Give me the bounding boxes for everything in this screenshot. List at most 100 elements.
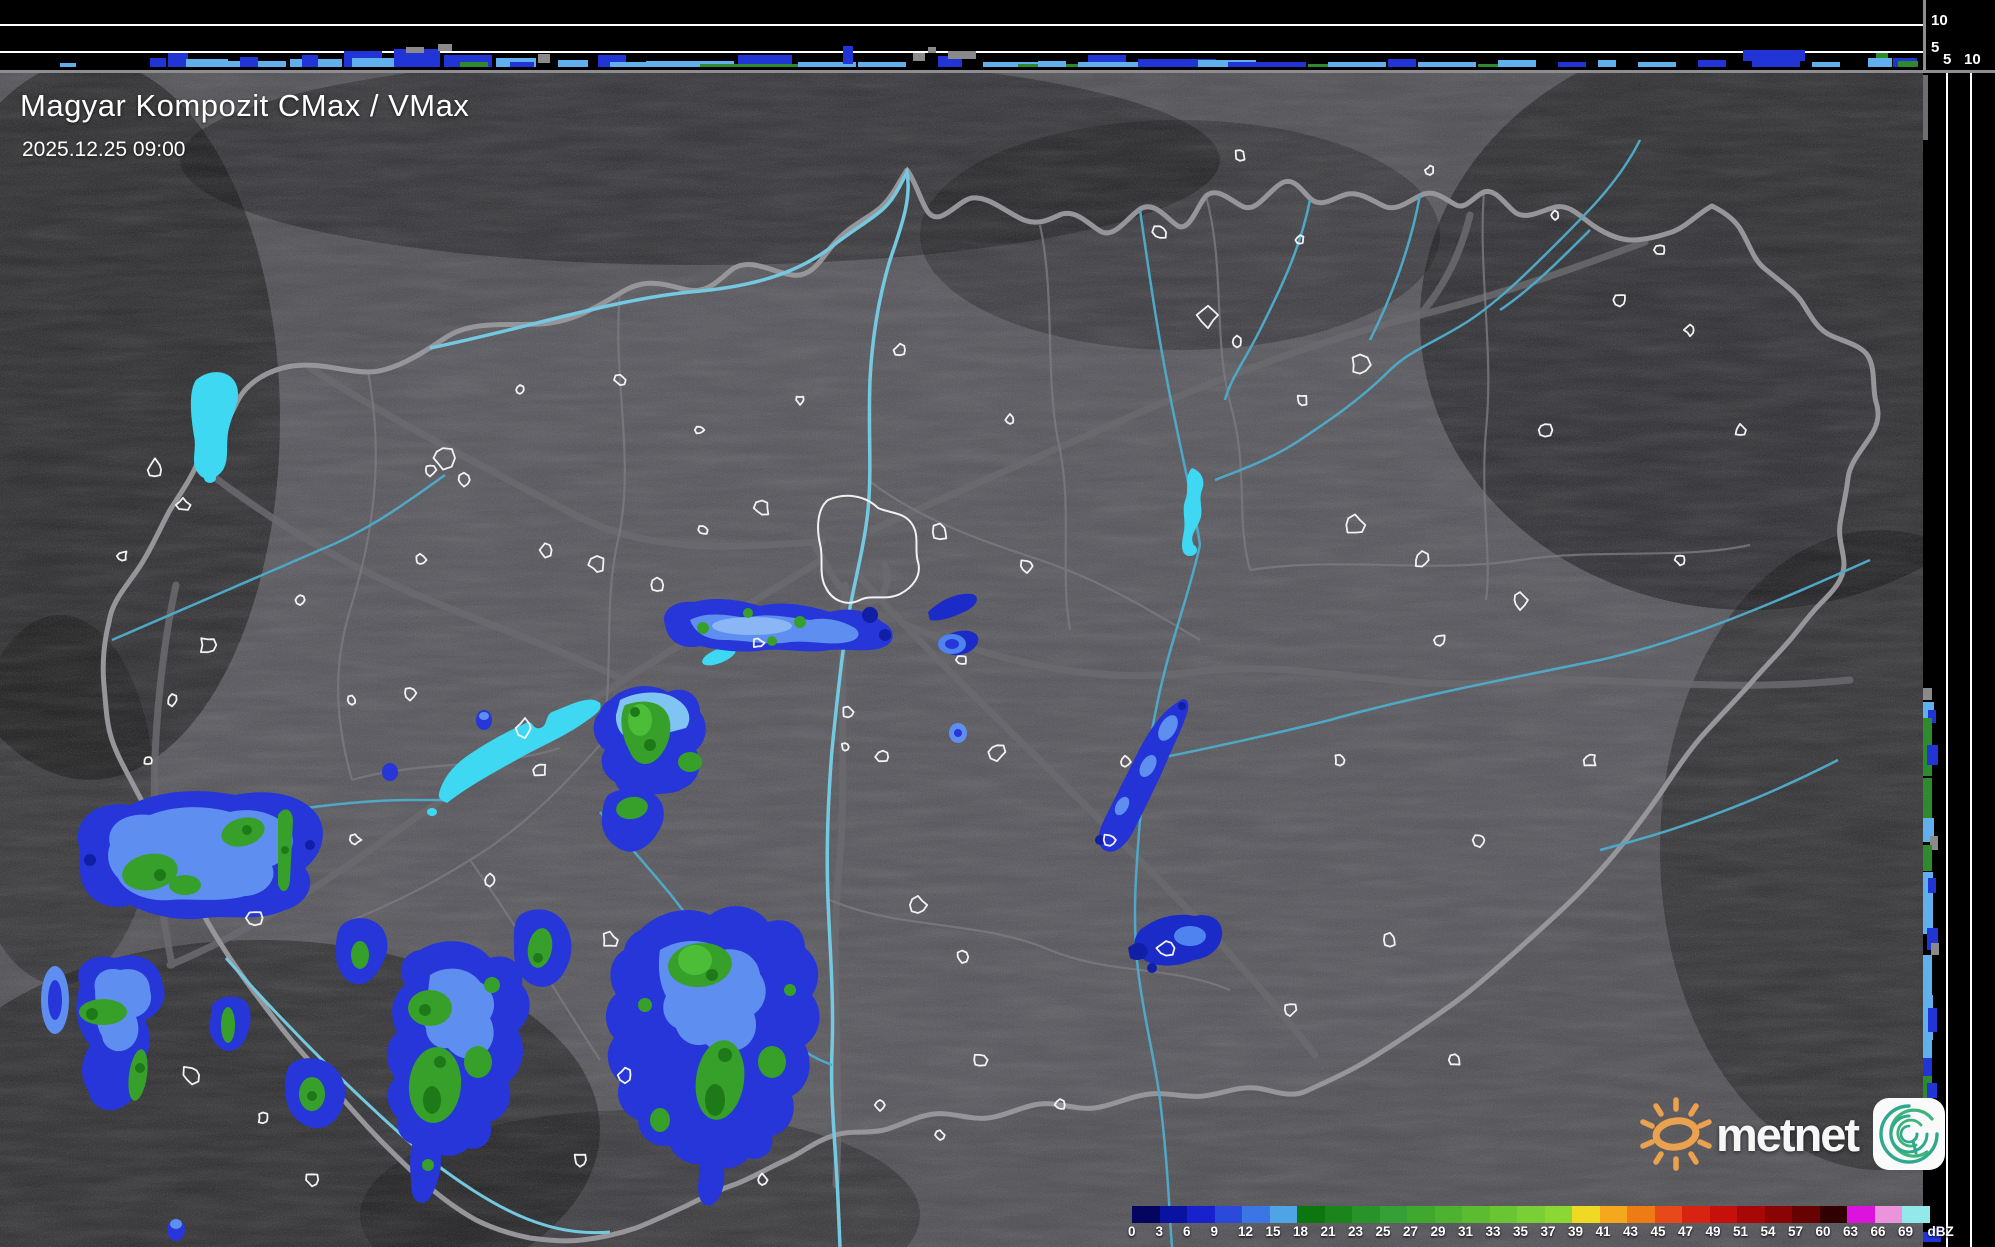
cyclone-app-icon bbox=[1873, 1098, 1946, 1170]
colorbar-tick-label: 41 bbox=[1595, 1224, 1611, 1239]
radar-echo bbox=[150, 58, 166, 67]
colorbar-cell bbox=[1792, 1206, 1820, 1223]
radar-echo bbox=[406, 47, 424, 53]
colorbar-cell bbox=[1132, 1206, 1160, 1223]
colorbar-tick-label: 60 bbox=[1815, 1224, 1831, 1239]
colorbar-cells bbox=[1132, 1206, 1930, 1223]
colorbar-cell bbox=[1352, 1206, 1380, 1223]
radar-app-window: 10 5 5 10 Magyar Kompozit CMax / VMax 20… bbox=[0, 0, 1995, 1247]
radar-echo bbox=[1598, 60, 1616, 67]
colorbar-cell bbox=[1242, 1206, 1270, 1223]
radar-echo bbox=[60, 63, 76, 67]
colorbar-cell bbox=[1709, 1206, 1737, 1223]
colorbar-cell bbox=[1187, 1206, 1215, 1223]
colorbar-tick-label: 57 bbox=[1788, 1224, 1804, 1239]
radar-echo bbox=[1228, 62, 1306, 67]
radar-echo bbox=[1698, 60, 1726, 67]
radar-echo bbox=[1638, 62, 1676, 67]
radar-echo bbox=[1752, 58, 1800, 67]
colorbar-labels: 0 3 6 9 12 15 18 21 23 25 27 29 31 33 35 37 39 41 43 45 47 49… bbox=[1128, 1224, 1954, 1242]
profile-axis-corner: 10 5 5 10 bbox=[1923, 0, 1995, 73]
radar-echo bbox=[302, 55, 318, 67]
colorbar-cell bbox=[1654, 1206, 1682, 1223]
colorbar-tick-label: 21 bbox=[1320, 1224, 1336, 1239]
colorbar-cell bbox=[1434, 1206, 1462, 1223]
colorbar-tick-label: 31 bbox=[1458, 1224, 1474, 1239]
right-profile-strip[interactable] bbox=[1923, 73, 1995, 1247]
radar-echo bbox=[1923, 778, 1932, 818]
radar-echo bbox=[858, 62, 906, 67]
radar-echo bbox=[843, 46, 853, 64]
colorbar-cell bbox=[1324, 1206, 1352, 1223]
colorbar-cell bbox=[1544, 1206, 1572, 1223]
radar-echo bbox=[1876, 53, 1888, 58]
colorbar-tick-label: 47 bbox=[1678, 1224, 1694, 1239]
metnet-logo[interactable]: metnet bbox=[1638, 1094, 1946, 1174]
colorbar-unit-label: dBZ bbox=[1927, 1224, 1954, 1239]
radar-echo bbox=[928, 47, 936, 53]
radar-echo bbox=[168, 53, 188, 67]
radar-echo bbox=[1088, 55, 1126, 62]
right-axis-label-5: 5 bbox=[1943, 51, 1952, 68]
radar-echo bbox=[738, 55, 792, 64]
colorbar-tick-label: 33 bbox=[1485, 1224, 1501, 1239]
top-profile-echoes bbox=[0, 0, 1923, 70]
top-profile-strip[interactable] bbox=[0, 0, 1923, 73]
radar-echo bbox=[1898, 61, 1918, 67]
radar-echo bbox=[1928, 878, 1936, 893]
radar-echo bbox=[538, 54, 550, 63]
colorbar-cell bbox=[1572, 1206, 1600, 1223]
colorbar-tick-label: 39 bbox=[1568, 1224, 1584, 1239]
colorbar-cell bbox=[1902, 1206, 1930, 1223]
colorbar-tick-label: 12 bbox=[1238, 1224, 1254, 1239]
colorbar-cell bbox=[1599, 1206, 1627, 1223]
colorbar-tick-label: 15 bbox=[1265, 1224, 1281, 1239]
radar-echo bbox=[1928, 1008, 1937, 1032]
colorbar-tick-label: 23 bbox=[1348, 1224, 1364, 1239]
colorbar-tick-label: 63 bbox=[1843, 1224, 1859, 1239]
radar-echo bbox=[240, 57, 258, 67]
lake-tisza-south bbox=[1183, 544, 1197, 556]
colorbar-tick-label: 29 bbox=[1430, 1224, 1446, 1239]
radar-echo bbox=[1558, 62, 1586, 67]
radar-echo bbox=[558, 60, 588, 67]
colorbar-tick-label: 18 bbox=[1293, 1224, 1309, 1239]
colorbar-cell bbox=[1517, 1206, 1545, 1223]
radar-echo bbox=[510, 62, 534, 67]
radar-echo bbox=[1923, 955, 1932, 995]
radar-echo bbox=[186, 59, 228, 67]
colorbar-cell bbox=[1627, 1206, 1655, 1223]
radar-echo bbox=[1498, 60, 1536, 67]
colorbar-cell bbox=[1682, 1206, 1710, 1223]
radar-echo bbox=[438, 44, 452, 51]
radar-echo bbox=[1923, 688, 1932, 700]
colorbar-cell bbox=[1874, 1206, 1902, 1223]
colorbar-cell bbox=[1379, 1206, 1407, 1223]
radar-echo bbox=[1868, 58, 1892, 67]
colorbar-cell bbox=[1764, 1206, 1792, 1223]
radar-echo bbox=[1923, 845, 1932, 871]
timestamp: 2025.12.25 09:00 bbox=[22, 138, 186, 161]
colorbar-tick-label: 43 bbox=[1623, 1224, 1639, 1239]
colorbar-cell bbox=[1159, 1206, 1187, 1223]
top-axis-label-10: 10 bbox=[1931, 12, 1948, 29]
colorbar-cell bbox=[1847, 1206, 1875, 1223]
colorbar-cell bbox=[1819, 1206, 1847, 1223]
lake-ferto-south bbox=[204, 473, 216, 483]
colorbar-tick-label: 0 bbox=[1128, 1224, 1136, 1239]
right-profile-echoes bbox=[1923, 73, 1995, 1247]
colorbar-cell bbox=[1737, 1206, 1765, 1223]
colorbar-cell bbox=[1269, 1206, 1297, 1223]
radar-map[interactable] bbox=[0, 0, 1995, 1247]
right-axis-label-10: 10 bbox=[1964, 51, 1981, 68]
colorbar-cell bbox=[1407, 1206, 1435, 1223]
colorbar-tick-label: 45 bbox=[1650, 1224, 1666, 1239]
colorbar-tick-label: 27 bbox=[1403, 1224, 1419, 1239]
colorbar-cell bbox=[1462, 1206, 1490, 1223]
colorbar-tick-label: 54 bbox=[1760, 1224, 1776, 1239]
sun-icon bbox=[1640, 1097, 1712, 1171]
radar-echo bbox=[1388, 59, 1416, 67]
radar-echo bbox=[1418, 62, 1476, 67]
colorbar-tick-label: 6 bbox=[1183, 1224, 1191, 1239]
colorbar-cell bbox=[1214, 1206, 1242, 1223]
